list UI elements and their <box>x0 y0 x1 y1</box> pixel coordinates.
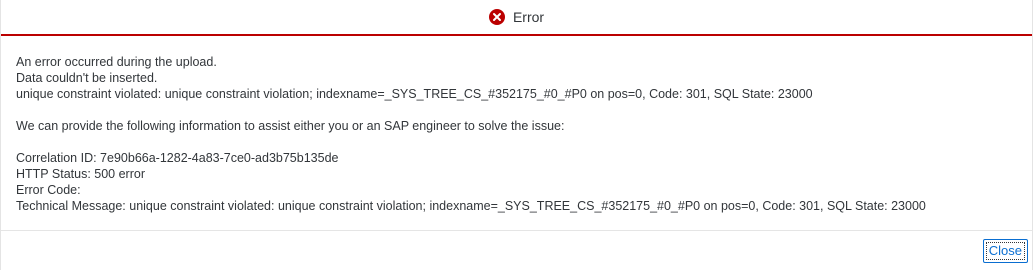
dialog-header: Error <box>1 0 1032 36</box>
message-line-assist: We can provide the following information… <box>16 119 565 133</box>
message-line-insert-failed: Data couldn't be inserted. <box>16 71 158 85</box>
dialog-footer: Close <box>1 230 1032 270</box>
dialog-title-group: Error <box>488 9 545 25</box>
http-status: HTTP Status: 500 error <box>16 167 145 181</box>
correlation-id: Correlation ID: 7e90b66a-1282-4a83-7ce0-… <box>16 151 339 165</box>
message-line-constraint: unique constraint violated: unique const… <box>16 87 813 101</box>
dialog-title: Error <box>512 9 545 25</box>
error-circle-icon <box>488 9 505 25</box>
error-dialog: Error An error occurred during the uploa… <box>0 0 1033 270</box>
error-code: Error Code: <box>16 183 81 197</box>
close-button[interactable]: Close <box>982 239 1028 263</box>
message-line-upload-error: An error occurred during the upload. <box>16 55 217 69</box>
technical-message: Technical Message: unique constraint vio… <box>16 199 926 213</box>
error-message-body: An error occurred during the upload. Dat… <box>16 54 1022 214</box>
